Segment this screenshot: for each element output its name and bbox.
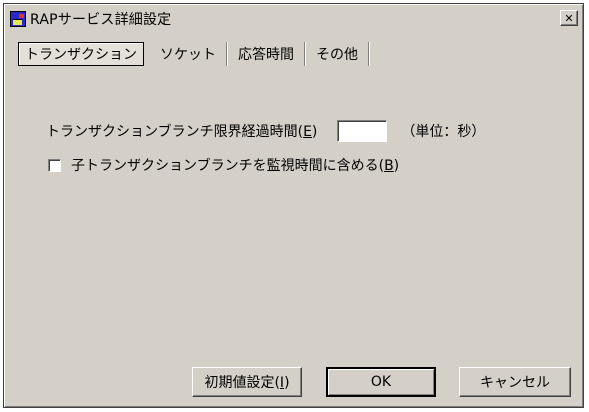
cancel-button-label: キャンセル (480, 375, 550, 391)
tab-socket-label: ソケット (160, 47, 216, 63)
include-child-label: 子トランザクションブランチを監視時間に含める(B) (71, 158, 400, 174)
cancel-button[interactable]: キャンセル (459, 367, 571, 397)
dialog-window: RAPサービス詳細設定 ✕ トランザクション ソケット 応答時間 その他 トラン… (3, 3, 584, 408)
close-icon: ✕ (564, 11, 574, 25)
tab-other-label: その他 (316, 47, 358, 63)
tab-response-time-label: 応答時間 (238, 47, 294, 63)
tab-response-time[interactable]: 応答時間 (228, 42, 305, 66)
defaults-button[interactable]: 初期値設定(I) (192, 367, 302, 397)
window-title: RAPサービス詳細設定 (30, 11, 172, 28)
defaults-button-label: 初期値設定(I) (204, 375, 290, 391)
include-child-checkbox[interactable] (48, 158, 61, 172)
branch-time-label: トランザクションブランチ限界経過時間(E) (46, 124, 318, 140)
tab-transaction-label: トランザクション (25, 47, 137, 63)
ok-button[interactable]: OK (326, 367, 436, 397)
include-child-row[interactable]: 子トランザクションブランチを監視時間に含める(B) (48, 155, 399, 175)
close-button[interactable]: ✕ (560, 10, 578, 26)
branch-time-input[interactable] (337, 120, 388, 142)
tab-transaction[interactable]: トランザクション (18, 42, 144, 66)
title-bar[interactable]: RAPサービス詳細設定 ✕ (7, 7, 580, 30)
unit-label: （単位：秒） (401, 124, 486, 140)
app-icon (10, 10, 26, 27)
tab-strip: トランザクション ソケット 応答時間 その他 (18, 42, 370, 66)
tab-other[interactable]: その他 (306, 42, 369, 66)
tab-socket[interactable]: ソケット (150, 42, 227, 66)
branch-time-row: トランザクションブランチ限界経過時間(E) （単位：秒） (46, 119, 485, 143)
ok-button-label: OK (370, 374, 392, 390)
